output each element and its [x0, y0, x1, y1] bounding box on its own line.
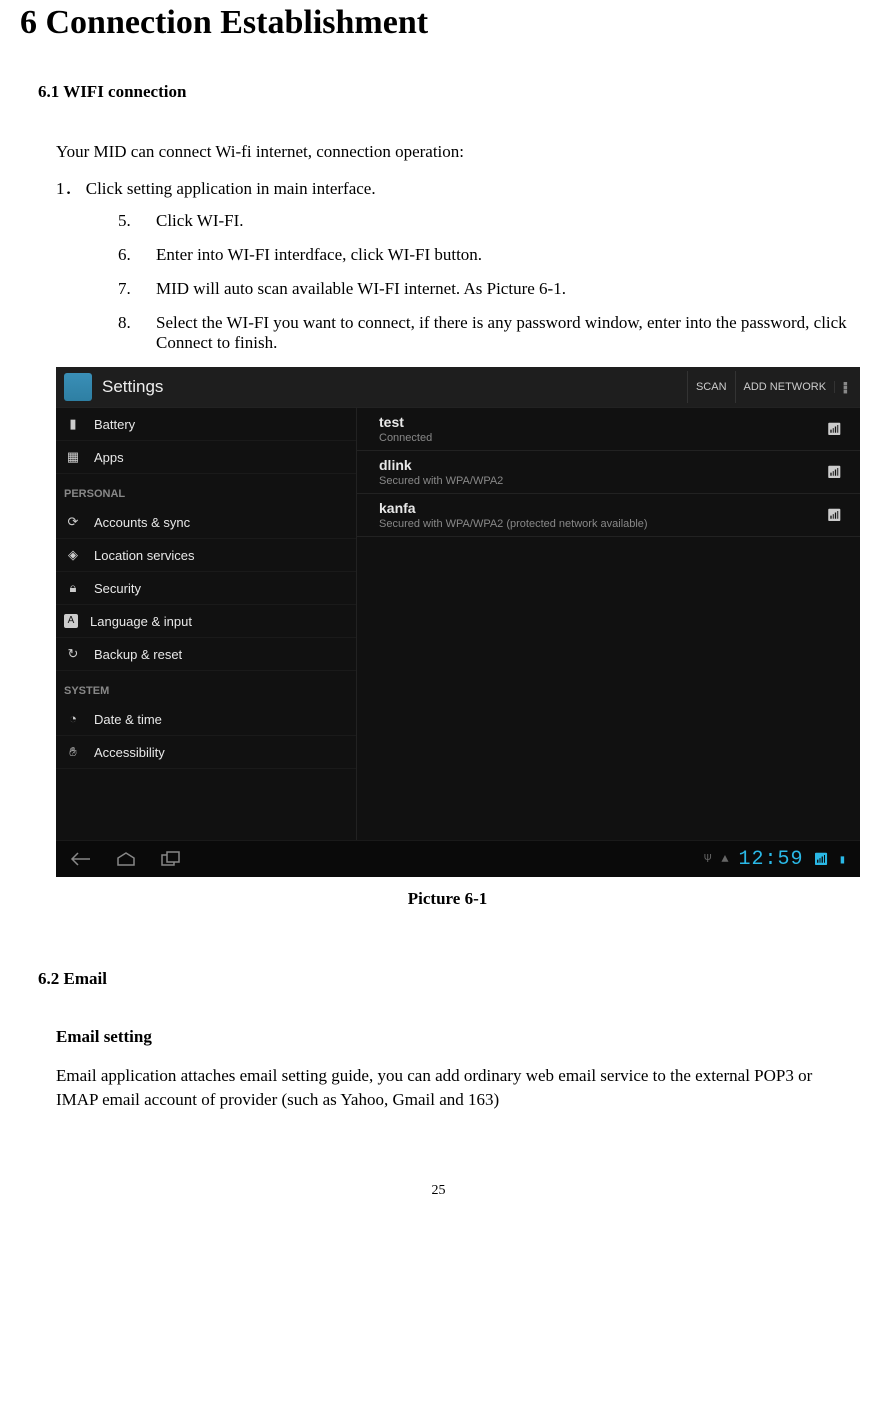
wifi-network-item[interactable]: test Connected 📶︎: [357, 408, 860, 451]
page-title: 6 Connection Establishment: [20, 4, 857, 42]
substep: 8. Select the WI-FI you want to connect,…: [118, 313, 857, 353]
section-heading-email: 6.2 Email: [38, 969, 857, 989]
sidebar-header-personal: PERSONAL: [56, 474, 356, 506]
substep-number: 6.: [118, 245, 156, 265]
substep-number: 7.: [118, 279, 156, 299]
wifi-network-item[interactable]: dlink Secured with WPA/WPA2 📶︎: [357, 451, 860, 494]
settings-sidebar: ▮ Battery ▦ Apps PERSONAL ⟳ Accounts & s…: [56, 408, 356, 840]
page-number: 25: [20, 1183, 857, 1199]
sidebar-item-apps[interactable]: ▦ Apps: [56, 441, 356, 474]
status-battery-icon: ▮: [839, 852, 846, 867]
figure-caption: Picture 6-1: [38, 889, 857, 909]
email-paragraph: Email application attaches email setting…: [56, 1064, 857, 1113]
substep-number: 8.: [118, 313, 156, 353]
language-icon: A: [64, 614, 78, 628]
sidebar-item-location[interactable]: ◈ Location services: [56, 539, 356, 572]
wifi-signal-lock-icon: 📶︎: [827, 508, 842, 523]
sidebar-item-label: Language & input: [90, 615, 192, 628]
substep-text: Select the WI-FI you want to connect, if…: [156, 313, 857, 353]
substep-text: Click WI-FI.: [156, 211, 857, 231]
substep-text: Enter into WI-FI interdface, click WI-FI…: [156, 245, 857, 265]
sidebar-item-label: Accessibility: [94, 746, 165, 759]
status-wifi-icon: 📶︎: [814, 852, 829, 867]
figure-6-1: Settings SCAN ADD NETWORK ▪▪▪ ▮ Battery …: [56, 367, 860, 877]
apps-icon: ▦: [64, 450, 82, 464]
sidebar-item-datetime[interactable]: ◔ Date & time: [56, 703, 356, 736]
wifi-ssid: dlink: [379, 457, 503, 473]
wifi-ssid: test: [379, 414, 432, 430]
settings-header: Settings SCAN ADD NETWORK ▪▪▪: [56, 367, 860, 408]
sidebar-item-label: Security: [94, 582, 141, 595]
step-1-text: Click setting application in main interf…: [86, 179, 376, 198]
sidebar-item-backup[interactable]: ↻ Backup & reset: [56, 638, 356, 671]
substep: 5. Click WI-FI.: [118, 211, 857, 231]
intro-text: Your MID can connect Wi-fi internet, con…: [56, 142, 857, 162]
wifi-status: Secured with WPA/WPA2 (protected network…: [379, 518, 648, 530]
overflow-menu-icon[interactable]: ▪▪▪: [834, 381, 856, 393]
sidebar-header-system: SYSTEM: [56, 671, 356, 703]
substep-number: 5.: [118, 211, 156, 231]
battery-icon: ▮: [64, 417, 82, 431]
system-nav-bar: Ψ ▲ 12:59 📶︎ ▮: [56, 840, 860, 877]
wifi-network-list: test Connected 📶︎ dlink Secured with WPA…: [356, 408, 860, 840]
wifi-status: Secured with WPA/WPA2: [379, 475, 503, 487]
sidebar-item-label: Apps: [94, 451, 124, 464]
sidebar-item-label: Location services: [94, 549, 194, 562]
notification-icon: ▲: [721, 852, 728, 866]
sidebar-item-label: Date & time: [94, 713, 162, 726]
wifi-signal-icon: 📶︎: [827, 422, 842, 437]
recent-apps-icon[interactable]: [160, 851, 182, 867]
wifi-signal-lock-icon: 📶︎: [827, 465, 842, 480]
sidebar-item-battery[interactable]: ▮ Battery: [56, 408, 356, 441]
step-1-number: 1．: [56, 179, 82, 198]
wifi-ssid: kanfa: [379, 500, 648, 516]
settings-app-title: Settings: [102, 377, 163, 397]
status-clock: 12:59: [739, 848, 804, 871]
substep: 6. Enter into WI-FI interdface, click WI…: [118, 245, 857, 265]
backup-icon: ↻: [64, 647, 82, 661]
location-icon: ◈: [64, 548, 82, 562]
scan-button[interactable]: SCAN: [687, 371, 735, 403]
home-icon[interactable]: [116, 851, 136, 867]
email-subheading: Email setting: [56, 1025, 857, 1050]
sidebar-item-language[interactable]: A Language & input: [56, 605, 356, 638]
sync-icon: ⟳: [64, 515, 82, 529]
lock-icon: 🔒︎: [64, 581, 82, 595]
sidebar-item-label: Battery: [94, 418, 135, 431]
substep-text: MID will auto scan available WI-FI inter…: [156, 279, 857, 299]
settings-app-icon: [64, 373, 92, 401]
clock-icon: ◔: [64, 712, 82, 726]
wifi-status: Connected: [379, 432, 432, 444]
sidebar-item-label: Accounts & sync: [94, 516, 190, 529]
sidebar-item-label: Backup & reset: [94, 648, 182, 661]
wifi-network-item[interactable]: kanfa Secured with WPA/WPA2 (protected n…: [357, 494, 860, 537]
hand-icon: ✋︎: [64, 745, 82, 759]
section-heading-wifi: 6.1 WIFI connection: [38, 82, 857, 102]
usb-icon: Ψ: [704, 852, 711, 866]
sidebar-item-accounts-sync[interactable]: ⟳ Accounts & sync: [56, 506, 356, 539]
step-1: 1． Click setting application in main int…: [56, 174, 857, 199]
sidebar-item-accessibility[interactable]: ✋︎ Accessibility: [56, 736, 356, 769]
add-network-button[interactable]: ADD NETWORK: [735, 371, 835, 403]
substep: 7. MID will auto scan available WI-FI in…: [118, 279, 857, 299]
back-icon[interactable]: [70, 851, 92, 867]
sidebar-item-security[interactable]: 🔒︎ Security: [56, 572, 356, 605]
